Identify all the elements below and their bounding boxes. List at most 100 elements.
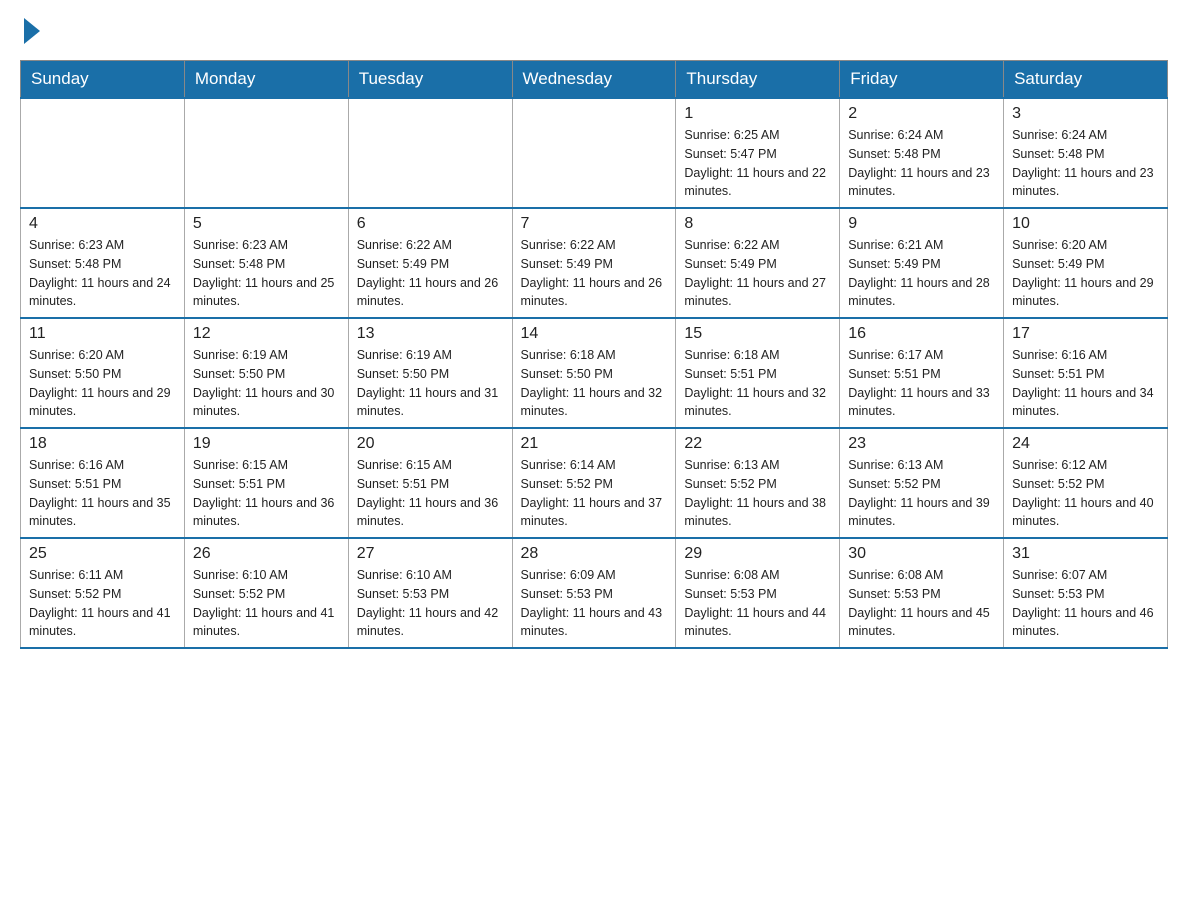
calendar-cell: 13 Sunrise: 6:19 AMSunset: 5:50 PMDayligh… xyxy=(348,318,512,428)
calendar-cell: 7Sunrise: 6:22 AMSunset: 5:49 PMDaylight… xyxy=(512,208,676,318)
calendar-cell: 6Sunrise: 6:22 AMSunset: 5:49 PMDaylight… xyxy=(348,208,512,318)
calendar-cell: 9 Sunrise: 6:21 AMSunset: 5:49 PMDaylight… xyxy=(840,208,1004,318)
day-number: 5 xyxy=(193,215,340,233)
calendar-cell: 20 Sunrise: 6:15 AMSunset: 5:51 PMDayligh… xyxy=(348,428,512,538)
day-info: Sunrise: 6:12 AMSunset: 5:52 PMDaylight:… xyxy=(1012,456,1159,531)
day-number: 20 xyxy=(357,435,504,453)
day-info: Sunrise: 6:11 AMSunset: 5:52 PMDaylight:… xyxy=(29,566,176,641)
day-number: 14 xyxy=(521,325,668,343)
calendar-cell: 16 Sunrise: 6:17 AMSunset: 5:51 PMDayligh… xyxy=(840,318,1004,428)
day-info: Sunrise: 6:22 AMSunset: 5:49 PMDaylight:… xyxy=(357,236,504,311)
day-number: 15 xyxy=(684,325,831,343)
calendar-header-sunday: Sunday xyxy=(21,61,185,99)
day-info: Sunrise: 6:18 AMSunset: 5:50 PMDaylight:… xyxy=(521,346,668,421)
day-info: Sunrise: 6:20 AMSunset: 5:50 PMDaylight:… xyxy=(29,346,176,421)
calendar-header-tuesday: Tuesday xyxy=(348,61,512,99)
day-info: Sunrise: 6:15 AMSunset: 5:51 PMDaylight:… xyxy=(357,456,504,531)
calendar-cell: 25 Sunrise: 6:11 AMSunset: 5:52 PMDayligh… xyxy=(21,538,185,648)
calendar-cell: 28 Sunrise: 6:09 AMSunset: 5:53 PMDayligh… xyxy=(512,538,676,648)
calendar-cell xyxy=(348,98,512,208)
day-info: Sunrise: 6:21 AMSunset: 5:49 PMDaylight:… xyxy=(848,236,995,311)
calendar-header-row: SundayMondayTuesdayWednesdayThursdayFrid… xyxy=(21,61,1168,99)
calendar-cell: 26 Sunrise: 6:10 AMSunset: 5:52 PMDayligh… xyxy=(184,538,348,648)
calendar-cell: 3 Sunrise: 6:24 AMSunset: 5:48 PMDaylight… xyxy=(1004,98,1168,208)
day-number: 19 xyxy=(193,435,340,453)
calendar-cell: 11 Sunrise: 6:20 AMSunset: 5:50 PMDayligh… xyxy=(21,318,185,428)
calendar-cell xyxy=(21,98,185,208)
day-number: 3 xyxy=(1012,105,1159,123)
day-info: Sunrise: 6:13 AMSunset: 5:52 PMDaylight:… xyxy=(684,456,831,531)
day-number: 24 xyxy=(1012,435,1159,453)
day-info: Sunrise: 6:10 AMSunset: 5:53 PMDaylight:… xyxy=(357,566,504,641)
calendar-cell: 29Sunrise: 6:08 AMSunset: 5:53 PMDayligh… xyxy=(676,538,840,648)
calendar-cell: 23 Sunrise: 6:13 AMSunset: 5:52 PMDayligh… xyxy=(840,428,1004,538)
day-number: 28 xyxy=(521,545,668,563)
calendar-cell: 14 Sunrise: 6:18 AMSunset: 5:50 PMDayligh… xyxy=(512,318,676,428)
calendar-cell: 19 Sunrise: 6:15 AMSunset: 5:51 PMDayligh… xyxy=(184,428,348,538)
day-info: Sunrise: 6:16 AMSunset: 5:51 PMDaylight:… xyxy=(1012,346,1159,421)
calendar-cell: 17 Sunrise: 6:16 AMSunset: 5:51 PMDayligh… xyxy=(1004,318,1168,428)
calendar-cell: 8Sunrise: 6:22 AMSunset: 5:49 PMDaylight… xyxy=(676,208,840,318)
calendar-cell: 1Sunrise: 6:25 AMSunset: 5:47 PMDaylight… xyxy=(676,98,840,208)
calendar-header-thursday: Thursday xyxy=(676,61,840,99)
day-info: Sunrise: 6:09 AMSunset: 5:53 PMDaylight:… xyxy=(521,566,668,641)
day-number: 2 xyxy=(848,105,995,123)
day-info: Sunrise: 6:15 AMSunset: 5:51 PMDaylight:… xyxy=(193,456,340,531)
logo xyxy=(20,20,100,40)
day-number: 17 xyxy=(1012,325,1159,343)
day-info: Sunrise: 6:24 AMSunset: 5:48 PMDaylight:… xyxy=(1012,126,1159,201)
calendar-week-row: 25 Sunrise: 6:11 AMSunset: 5:52 PMDayligh… xyxy=(21,538,1168,648)
day-info: Sunrise: 6:19 AMSunset: 5:50 PMDaylight:… xyxy=(193,346,340,421)
day-info: Sunrise: 6:08 AMSunset: 5:53 PMDaylight:… xyxy=(684,566,831,641)
calendar-cell xyxy=(184,98,348,208)
day-info: Sunrise: 6:20 AMSunset: 5:49 PMDaylight:… xyxy=(1012,236,1159,311)
calendar-cell: 5 Sunrise: 6:23 AMSunset: 5:48 PMDaylight… xyxy=(184,208,348,318)
calendar-header-monday: Monday xyxy=(184,61,348,99)
day-number: 8 xyxy=(684,215,831,233)
day-number: 23 xyxy=(848,435,995,453)
day-info: Sunrise: 6:14 AMSunset: 5:52 PMDaylight:… xyxy=(521,456,668,531)
logo-arrow-icon xyxy=(24,18,40,44)
day-info: Sunrise: 6:17 AMSunset: 5:51 PMDaylight:… xyxy=(848,346,995,421)
day-number: 26 xyxy=(193,545,340,563)
day-number: 16 xyxy=(848,325,995,343)
day-number: 25 xyxy=(29,545,176,563)
calendar-cell: 21 Sunrise: 6:14 AMSunset: 5:52 PMDayligh… xyxy=(512,428,676,538)
calendar-week-row: 4 Sunrise: 6:23 AMSunset: 5:48 PMDaylight… xyxy=(21,208,1168,318)
calendar-cell: 15Sunrise: 6:18 AMSunset: 5:51 PMDayligh… xyxy=(676,318,840,428)
day-info: Sunrise: 6:23 AMSunset: 5:48 PMDaylight:… xyxy=(193,236,340,311)
calendar-week-row: 18 Sunrise: 6:16 AMSunset: 5:51 PMDayligh… xyxy=(21,428,1168,538)
day-info: Sunrise: 6:25 AMSunset: 5:47 PMDaylight:… xyxy=(684,126,831,201)
calendar-cell: 22Sunrise: 6:13 AMSunset: 5:52 PMDayligh… xyxy=(676,428,840,538)
day-info: Sunrise: 6:24 AMSunset: 5:48 PMDaylight:… xyxy=(848,126,995,201)
day-number: 21 xyxy=(521,435,668,453)
day-number: 13 xyxy=(357,325,504,343)
header xyxy=(20,20,1168,40)
day-info: Sunrise: 6:13 AMSunset: 5:52 PMDaylight:… xyxy=(848,456,995,531)
day-info: Sunrise: 6:23 AMSunset: 5:48 PMDaylight:… xyxy=(29,236,176,311)
calendar-cell xyxy=(512,98,676,208)
day-number: 10 xyxy=(1012,215,1159,233)
day-number: 31 xyxy=(1012,545,1159,563)
calendar-header-friday: Friday xyxy=(840,61,1004,99)
day-number: 4 xyxy=(29,215,176,233)
day-info: Sunrise: 6:07 AMSunset: 5:53 PMDaylight:… xyxy=(1012,566,1159,641)
day-number: 11 xyxy=(29,325,176,343)
calendar-header-wednesday: Wednesday xyxy=(512,61,676,99)
calendar-cell: 18 Sunrise: 6:16 AMSunset: 5:51 PMDayligh… xyxy=(21,428,185,538)
day-info: Sunrise: 6:10 AMSunset: 5:52 PMDaylight:… xyxy=(193,566,340,641)
day-number: 18 xyxy=(29,435,176,453)
day-number: 27 xyxy=(357,545,504,563)
day-number: 9 xyxy=(848,215,995,233)
calendar-cell: 4 Sunrise: 6:23 AMSunset: 5:48 PMDaylight… xyxy=(21,208,185,318)
day-number: 7 xyxy=(521,215,668,233)
calendar-cell: 10 Sunrise: 6:20 AMSunset: 5:49 PMDayligh… xyxy=(1004,208,1168,318)
day-info: Sunrise: 6:16 AMSunset: 5:51 PMDaylight:… xyxy=(29,456,176,531)
calendar-week-row: 1Sunrise: 6:25 AMSunset: 5:47 PMDaylight… xyxy=(21,98,1168,208)
calendar-table: SundayMondayTuesdayWednesdayThursdayFrid… xyxy=(20,60,1168,649)
calendar-cell: 30Sunrise: 6:08 AMSunset: 5:53 PMDayligh… xyxy=(840,538,1004,648)
calendar-week-row: 11 Sunrise: 6:20 AMSunset: 5:50 PMDayligh… xyxy=(21,318,1168,428)
day-info: Sunrise: 6:19 AMSunset: 5:50 PMDaylight:… xyxy=(357,346,504,421)
calendar-cell: 31 Sunrise: 6:07 AMSunset: 5:53 PMDayligh… xyxy=(1004,538,1168,648)
calendar-cell: 24 Sunrise: 6:12 AMSunset: 5:52 PMDayligh… xyxy=(1004,428,1168,538)
